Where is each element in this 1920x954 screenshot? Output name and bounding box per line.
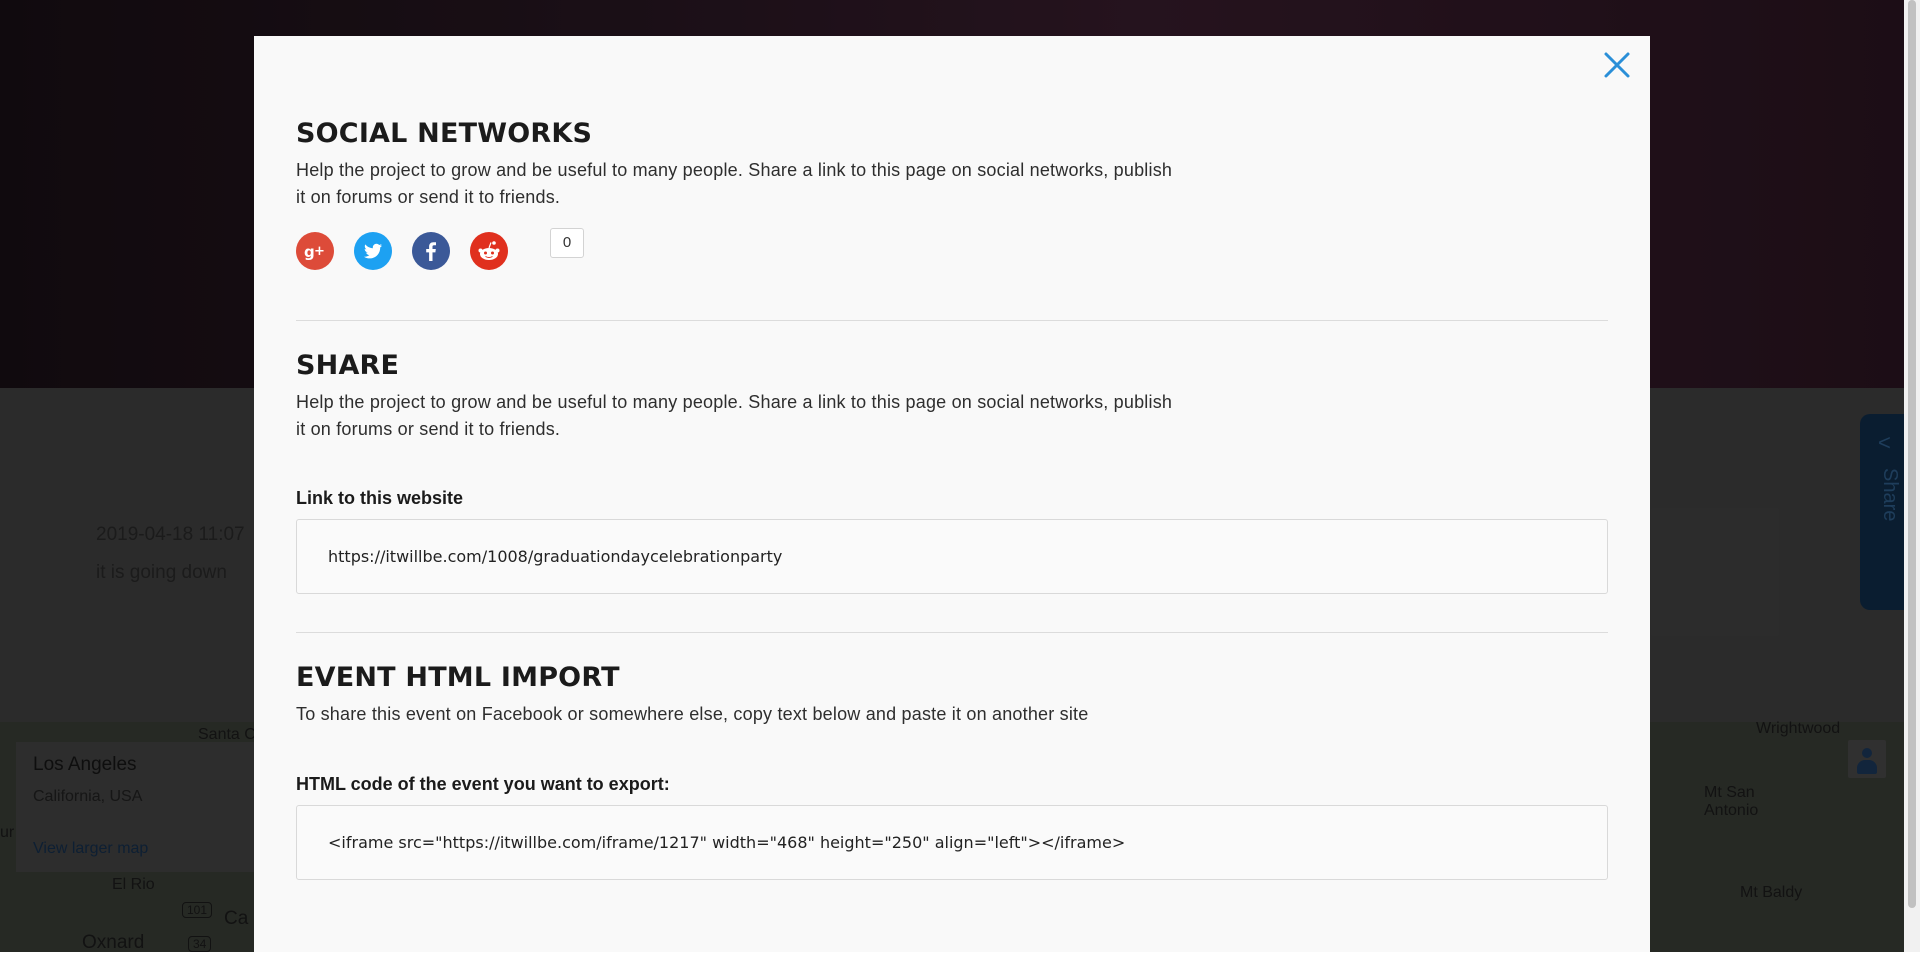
share-description: Help the project to grow and be useful t… xyxy=(296,392,1173,439)
html-code-field-group: HTML code of the event you want to expor… xyxy=(296,774,1608,795)
event-html-import-section: EVENT HTML IMPORT To share this event on… xyxy=(296,662,1608,728)
social-networks-title: SOCIAL NETWORKS xyxy=(296,118,593,149)
twitter-share-button[interactable] xyxy=(354,232,392,270)
share-modal: SOCIAL NETWORKS Help the project to grow… xyxy=(254,36,1650,952)
section-divider xyxy=(296,632,1608,633)
social-networks-description: Help the project to grow and be useful t… xyxy=(296,160,1173,207)
link-field-group: Link to this website xyxy=(296,488,1608,509)
link-field-label: Link to this website xyxy=(296,488,464,508)
link-field-wrapper: https://itwillbe.com/1008/graduationdayc… xyxy=(296,519,1608,594)
event-html-import-title: EVENT HTML IMPORT xyxy=(296,662,620,693)
share-title: SHARE xyxy=(296,350,400,381)
share-section: SHARE Help the project to grow and be us… xyxy=(296,350,1608,443)
facebook-icon xyxy=(412,232,450,270)
share-count-badge: 0 xyxy=(550,228,584,258)
google-plus-icon: g + xyxy=(296,232,334,270)
google-plus-share-button[interactable]: g + xyxy=(296,232,334,270)
twitter-icon xyxy=(354,232,392,270)
page-scrollbar[interactable] xyxy=(1904,0,1920,952)
scrollbar-thumb[interactable] xyxy=(1908,0,1916,908)
website-link-field[interactable]: https://itwillbe.com/1008/graduationdayc… xyxy=(296,519,1608,594)
html-code-field-wrapper: <iframe src="https://itwillbe.com/iframe… xyxy=(296,805,1608,880)
section-divider xyxy=(296,320,1608,321)
event-html-import-description: To share this event on Facebook or somew… xyxy=(296,704,1089,724)
svg-text:+: + xyxy=(314,244,325,259)
close-icon xyxy=(1604,52,1630,78)
facebook-share-button[interactable] xyxy=(412,232,450,270)
close-button[interactable] xyxy=(1602,50,1632,80)
html-code-field-label: HTML code of the event you want to expor… xyxy=(296,774,670,794)
reddit-icon xyxy=(470,232,508,270)
reddit-share-button[interactable] xyxy=(470,232,508,270)
html-code-field[interactable]: <iframe src="https://itwillbe.com/iframe… xyxy=(296,805,1608,880)
social-networks-section: SOCIAL NETWORKS Help the project to grow… xyxy=(296,118,1608,211)
